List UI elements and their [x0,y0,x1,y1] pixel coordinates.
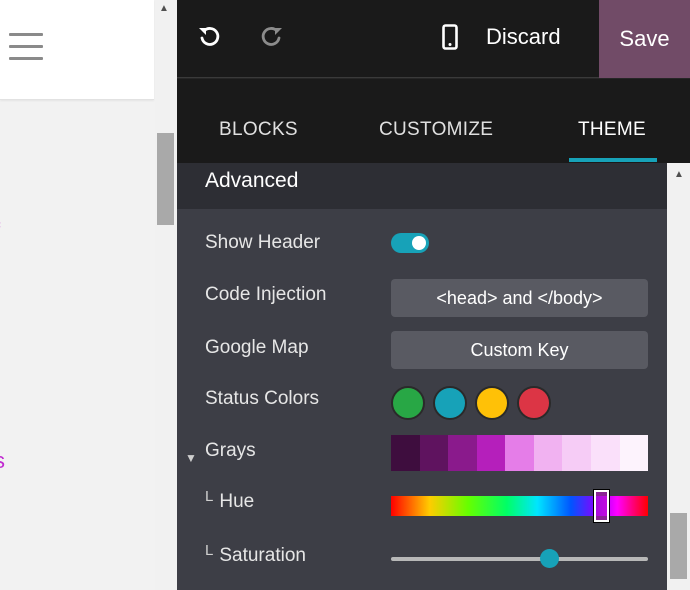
mobile-preview-icon[interactable] [435,22,465,52]
hue-slider[interactable] [391,496,648,516]
scroll-up-arrow-icon[interactable]: ▲ [159,3,169,14]
discard-button[interactable]: Discard [486,24,561,50]
google-map-key-button[interactable]: Custom Key [391,331,648,369]
redo-icon[interactable] [257,22,287,52]
gray-swatch[interactable] [476,435,506,471]
tab-blocks[interactable]: BLOCKS [219,119,298,141]
website-preview: f s ▲ [0,0,177,590]
preview-text-fragment: s [0,448,5,474]
show-header-label: Show Header [205,232,321,253]
gray-swatch[interactable] [619,435,649,471]
gray-swatch[interactable] [533,435,563,471]
status-color-info[interactable] [433,386,467,420]
preview-scroll-thumb[interactable] [157,133,174,225]
gray-swatch[interactable] [448,435,477,471]
saturation-slider-knob[interactable] [540,549,559,568]
code-injection-button[interactable]: <head> and </body> [391,279,648,317]
tab-theme[interactable]: THEME [578,119,646,141]
grays-label: Grays [205,440,256,461]
editor-topbar: Discard Save [177,0,690,78]
status-color-danger[interactable] [517,386,551,420]
status-color-warning[interactable] [475,386,509,420]
scroll-up-arrow-icon[interactable]: ▲ [674,169,684,180]
panel-scrollbar[interactable]: ▲ [667,163,690,590]
active-tab-indicator [569,158,657,162]
gray-swatch[interactable] [419,435,449,471]
editor-tabs: BLOCKS CUSTOMIZE THEME [177,79,690,163]
saturation-label: L Saturation [205,542,306,567]
hue-slider-handle[interactable] [593,489,610,523]
status-colors-label: Status Colors [205,388,320,409]
grays-palette [391,435,649,471]
toggle-knob [412,236,426,250]
show-header-toggle[interactable] [391,233,429,253]
theme-options: Advanced Show Header Code Injection <hea… [177,163,667,590]
saturation-slider-track[interactable] [391,557,648,561]
section-header: Advanced [177,163,667,209]
gray-swatch[interactable] [562,435,591,471]
grays-collapse-caret-icon[interactable]: ▼ [185,451,197,465]
tab-customize[interactable]: CUSTOMIZE [379,119,493,141]
preview-scrollbar[interactable]: ▲ [155,0,177,590]
sub-option-prefix: L [205,488,214,505]
gray-swatch[interactable] [391,435,420,471]
status-color-success[interactable] [391,386,425,420]
code-injection-label: Code Injection [205,284,327,305]
gray-swatch[interactable] [590,435,620,471]
hue-label: L Hue [205,488,255,513]
save-button[interactable]: Save [599,0,690,78]
sub-option-prefix: L [205,542,214,559]
saturation-label-text: Saturation [219,545,306,566]
hue-label-text: Hue [219,491,255,512]
google-map-label: Google Map [205,337,309,358]
gray-swatch[interactable] [505,435,534,471]
preview-navbar [0,0,154,100]
undo-icon[interactable] [194,22,224,52]
hamburger-menu-icon[interactable] [9,33,43,61]
editor-panel: Discard Save BLOCKS CUSTOMIZE THEME Adva… [177,0,690,590]
section-title: Advanced [205,169,299,192]
panel-scroll-thumb[interactable] [670,513,687,579]
